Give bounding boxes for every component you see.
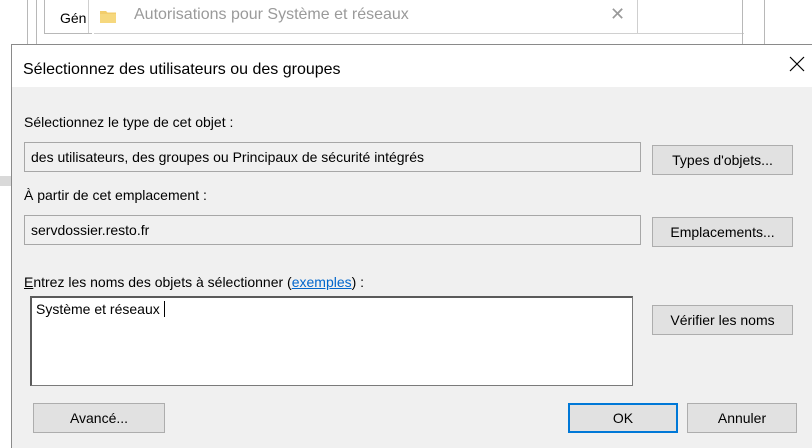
close-icon[interactable] (788, 55, 806, 73)
location-label: À partir de cet emplacement : (24, 187, 207, 203)
ok-button[interactable]: OK (568, 403, 678, 433)
background-content-edge (94, 33, 744, 44)
advanced-button[interactable]: Avancé... (33, 403, 165, 433)
background-frame-line (742, 0, 743, 44)
names-label: Entrez les noms des objets à sélectionne… (24, 274, 364, 290)
cancel-button[interactable]: Annuler (687, 403, 797, 433)
select-users-dialog: Sélectionnez des utilisateurs ou des gro… (11, 44, 812, 448)
check-names-button[interactable]: Vérifier les noms (652, 305, 793, 335)
object-type-label: Sélectionnez le type de cet objet : (24, 114, 234, 130)
background-close-icon: ✕ (610, 4, 626, 24)
dialog-titlebar: Sélectionnez des utilisateurs ou des gro… (12, 45, 812, 87)
object-names-input[interactable]: Système et réseaux (30, 296, 633, 386)
background-frame-line (36, 0, 37, 44)
examples-link[interactable]: exemples (292, 274, 352, 290)
location-field: servdossier.resto.fr (24, 215, 641, 245)
locations-button[interactable]: Emplacements... (652, 217, 793, 247)
background-frame-line (27, 0, 28, 44)
background-tab-label: Gén (60, 10, 87, 26)
background-frame-line (764, 0, 765, 44)
names-label-accesskey: E (24, 274, 34, 290)
names-label-text: ntrez les noms des objets à sélectionner… (33, 274, 292, 290)
object-names-text: Système et réseaux (36, 301, 160, 317)
background-window-title: Autorisations pour Système et réseaux (134, 6, 409, 23)
object-types-button[interactable]: Types d'objets... (652, 145, 793, 175)
object-type-field: des utilisateurs, des groupes ou Princip… (24, 142, 641, 172)
names-label-end: ) : (351, 274, 365, 290)
text-caret (163, 301, 165, 317)
folder-icon (100, 11, 116, 23)
dialog-title: Sélectionnez des utilisateurs ou des gro… (23, 61, 341, 78)
